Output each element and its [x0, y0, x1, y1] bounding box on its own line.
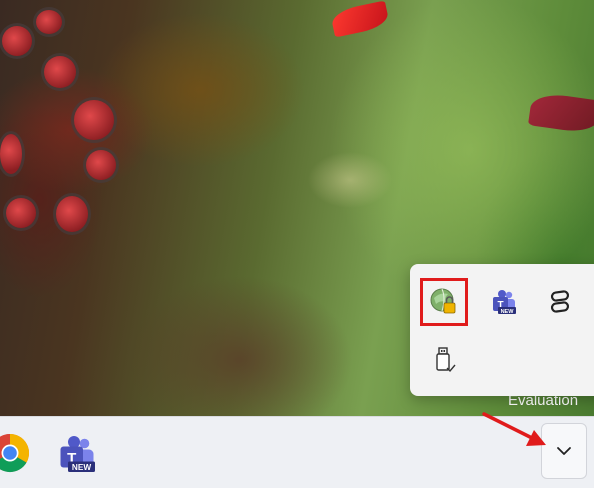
seed — [86, 150, 116, 180]
tray-teams-button[interactable]: T NEW — [482, 280, 526, 324]
seed — [36, 10, 62, 34]
tray-usb-button[interactable] — [422, 338, 466, 382]
hidden-icons-flyout: T NEW — [410, 264, 594, 396]
show-hidden-icons-button[interactable] — [541, 423, 587, 479]
taskbar-chrome-button[interactable] — [0, 433, 30, 473]
seed — [0, 134, 22, 174]
seed — [2, 26, 32, 56]
teams-new-icon: T NEW — [493, 290, 516, 315]
taskbar-teams-button[interactable]: T NEW — [56, 433, 98, 475]
taskbar: T NEW — [0, 416, 594, 488]
red-petal — [527, 91, 594, 135]
seed — [74, 100, 114, 140]
vpn-lock-icon — [430, 288, 456, 314]
red-petal — [329, 0, 391, 38]
chrome-icon — [0, 433, 30, 473]
screen: Evaluation T NEW T NEW — [0, 0, 594, 488]
teams-icon: T NEW — [60, 436, 95, 472]
tray-vpn-button[interactable] — [420, 278, 468, 326]
svg-text:NEW: NEW — [72, 463, 91, 472]
link-icon — [550, 290, 570, 313]
chevron-down-icon — [557, 447, 571, 455]
tray-link-button[interactable] — [538, 280, 582, 324]
seed — [44, 56, 76, 88]
seed — [56, 196, 88, 232]
seed — [6, 198, 36, 228]
usb-icon — [436, 347, 456, 373]
svg-text:NEW: NEW — [501, 309, 515, 315]
